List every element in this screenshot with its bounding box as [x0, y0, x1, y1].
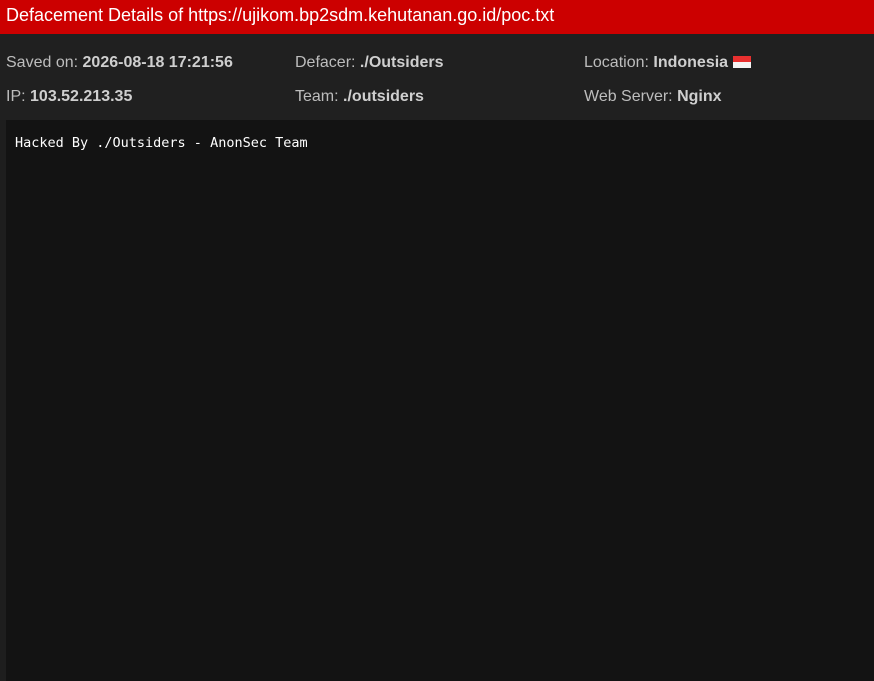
- ip-label: IP:: [6, 88, 26, 105]
- team-value[interactable]: ./outsiders: [343, 88, 424, 105]
- saved-on-label: Saved on:: [6, 54, 79, 71]
- details-panel: Saved on: 2026-08-18 17:21:56 Defacer: .…: [0, 34, 874, 120]
- saved-on-value: 2026-08-18 17:21:56: [82, 54, 233, 71]
- ip-value[interactable]: 103.52.213.35: [30, 88, 132, 105]
- defacer-field: Defacer: ./Outsiders: [295, 54, 444, 72]
- team-field: Team: ./outsiders: [295, 88, 424, 106]
- defacer-label: Defacer:: [295, 54, 356, 71]
- location-value[interactable]: Indonesia: [653, 54, 728, 71]
- location-field: Location: Indonesia: [584, 54, 752, 72]
- team-label: Team:: [295, 88, 339, 105]
- defacer-value[interactable]: ./Outsiders: [360, 54, 444, 71]
- defacement-text: Hacked By ./Outsiders - AnonSec Team: [15, 135, 308, 151]
- indonesia-flag-icon: [733, 56, 752, 68]
- web-server-field: Web Server: Nginx: [584, 88, 722, 106]
- ip-field: IP: 103.52.213.35: [6, 88, 132, 106]
- defacement-content-frame[interactable]: Hacked By ./Outsiders - AnonSec Team: [6, 120, 874, 681]
- location-label: Location:: [584, 54, 649, 71]
- page-title: Defacement Details of https://ujikom.bp2…: [0, 0, 874, 34]
- saved-on-field: Saved on: 2026-08-18 17:21:56: [6, 54, 233, 72]
- web-server-label: Web Server:: [584, 88, 673, 105]
- web-server-value[interactable]: Nginx: [677, 88, 721, 105]
